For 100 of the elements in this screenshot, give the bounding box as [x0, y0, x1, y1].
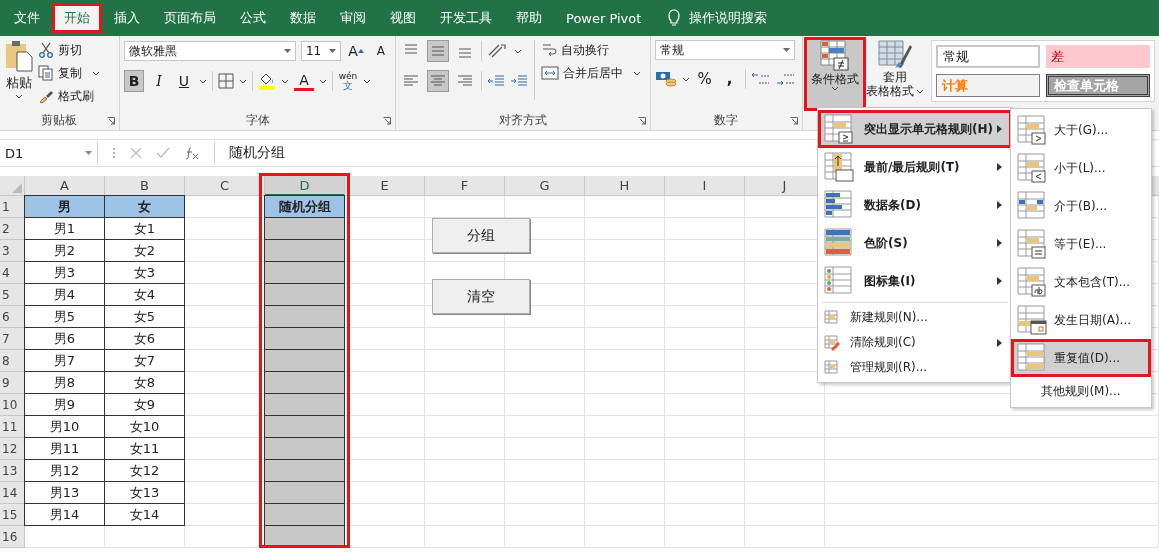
row-header[interactable]: 12: [0, 438, 25, 460]
row-header[interactable]: 10: [0, 394, 25, 416]
column-header[interactable]: F: [425, 176, 505, 196]
ribbon-tab[interactable]: 文件: [2, 3, 52, 33]
row-header[interactable]: 8: [0, 350, 25, 372]
wrap-text-button[interactable]: 自动换行: [541, 40, 642, 60]
middle-align-button[interactable]: [427, 40, 450, 62]
merge-center-button[interactable]: 合并后居中: [541, 63, 642, 83]
caret-up-icon: [357, 49, 364, 53]
ribbon-tab[interactable]: 开始: [52, 3, 102, 33]
increase-font-size-button[interactable]: A: [345, 40, 366, 62]
column-header[interactable]: H: [585, 176, 665, 196]
menu-item[interactable]: 清除规则(C): [818, 330, 1012, 355]
dialog-launcher-icon[interactable]: [637, 117, 646, 125]
decrease-decimal-icon[interactable]: [775, 71, 796, 87]
align-lines-icon: [430, 43, 447, 59]
copy-button[interactable]: 复制: [38, 63, 100, 83]
menu-item[interactable]: 新建规则(N)...: [818, 305, 1012, 330]
menu-item[interactable]: 图标集(I): [818, 262, 1012, 300]
row-header[interactable]: 7: [0, 328, 25, 350]
sheet-button[interactable]: 清空: [432, 279, 530, 314]
font-size-dropdown[interactable]: 11: [300, 41, 341, 61]
menu-item[interactable]: 色阶(S): [818, 224, 1012, 262]
bold-button[interactable]: B: [123, 70, 144, 92]
ribbon-tab[interactable]: 开发工具: [428, 3, 504, 33]
column-header[interactable]: D: [265, 176, 345, 196]
tell-me-search[interactable]: 操作说明搜索: [689, 9, 768, 27]
row-header[interactable]: 3: [0, 240, 25, 262]
column-header[interactable]: G: [505, 176, 585, 196]
center-align-button[interactable]: [427, 70, 450, 92]
caret-icon: [198, 78, 207, 84]
format-painter-button[interactable]: 格式刷: [38, 86, 100, 106]
decrease-indent-icon[interactable]: [487, 73, 506, 89]
menu-item[interactable]: 其他规则(M)...: [1011, 377, 1151, 405]
column-header[interactable]: I: [665, 176, 745, 196]
column-header[interactable]: A: [25, 176, 105, 196]
ribbon-tab[interactable]: 数据: [278, 3, 328, 33]
select-all-corner[interactable]: [0, 176, 25, 196]
eraser-icon: [824, 334, 840, 351]
ribbon-tab[interactable]: 帮助: [504, 3, 554, 33]
highlight-cells-icon: [824, 114, 854, 144]
conditional-formatting-button[interactable]: 条件格式: [807, 40, 863, 108]
fill-color-icon[interactable]: [257, 72, 276, 90]
column-header[interactable]: B: [105, 176, 185, 196]
comma-style-button[interactable]: ,: [719, 68, 740, 90]
cut-button[interactable]: 剪切: [38, 40, 100, 60]
row-header[interactable]: 4: [0, 262, 25, 284]
column-header[interactable]: C: [185, 176, 265, 196]
menu-item[interactable]: 等于(E)...: [1011, 225, 1151, 263]
increase-indent-icon[interactable]: [510, 73, 529, 89]
sheet-button[interactable]: 分组: [432, 218, 530, 253]
menu-item[interactable]: 介于(B)...: [1011, 187, 1151, 225]
borders-icon[interactable]: [217, 73, 234, 89]
font-name-dropdown[interactable]: 微软雅黑: [123, 41, 296, 61]
increase-decimal-icon[interactable]: [750, 71, 771, 87]
ribbon-tab[interactable]: 审阅: [328, 3, 378, 33]
new-rule-icon: [824, 309, 840, 326]
menu-item[interactable]: 发生日期(A)...: [1011, 301, 1151, 339]
menu-item[interactable]: 重复值(D)...: [1011, 339, 1151, 377]
dialog-launcher-icon[interactable]: [383, 117, 392, 125]
ribbon-tab[interactable]: 视图: [378, 3, 428, 33]
insert-function-icon[interactable]: [184, 146, 200, 160]
cancel-icon[interactable]: [130, 147, 142, 159]
dialog-launcher-icon[interactable]: [790, 117, 798, 125]
row-header[interactable]: 13: [0, 460, 25, 482]
cell-style[interactable]: 常规: [936, 45, 1040, 68]
column-header[interactable]: E: [345, 176, 425, 196]
paste-button[interactable]: 粘贴: [4, 40, 34, 99]
ribbon-tab[interactable]: Power Pivot: [554, 3, 654, 33]
icon-sets-icon: [824, 266, 854, 296]
dialog-launcher-icon[interactable]: [106, 117, 115, 125]
ribbon-tab[interactable]: 页面布局: [152, 3, 228, 33]
phonetic-guide-button[interactable]: wén 文: [337, 70, 358, 92]
decrease-font-size-button[interactable]: A: [370, 40, 391, 62]
percent-style-button[interactable]: %: [694, 68, 715, 90]
underline-button[interactable]: U: [173, 70, 194, 92]
row-header[interactable]: 6: [0, 306, 25, 328]
row-header[interactable]: 2: [0, 218, 25, 240]
ribbon-tab[interactable]: 插入: [102, 3, 152, 33]
row-header[interactable]: 16: [0, 526, 25, 548]
menu-item[interactable]: 文本包含(T)...: [1011, 263, 1151, 301]
row-header[interactable]: 5: [0, 284, 25, 306]
name-box[interactable]: D1: [0, 141, 98, 165]
menu-item[interactable]: 突出显示单元格规则(H): [818, 110, 1012, 148]
checkmark-icon[interactable]: [156, 147, 170, 159]
caret-icon: [681, 76, 690, 82]
row-header[interactable]: 15: [0, 504, 25, 526]
row-header[interactable]: 11: [0, 416, 25, 438]
font-color-button[interactable]: A: [293, 71, 314, 91]
italic-button[interactable]: I: [148, 70, 169, 92]
ribbon-tab[interactable]: 公式: [228, 3, 278, 33]
format-as-table-button[interactable]: 套用 表格格式: [867, 40, 923, 108]
align-lines-icon: [430, 73, 447, 89]
cell-style[interactable]: 差: [1046, 45, 1150, 68]
number-format-dropdown[interactable]: 常规: [654, 40, 795, 60]
row-header[interactable]: 9: [0, 372, 25, 394]
row-header[interactable]: 14: [0, 482, 25, 504]
menu-item[interactable]: 管理规则(R)...: [818, 355, 1012, 380]
row-header[interactable]: 1: [0, 196, 25, 218]
currency-icon[interactable]: [654, 70, 677, 88]
